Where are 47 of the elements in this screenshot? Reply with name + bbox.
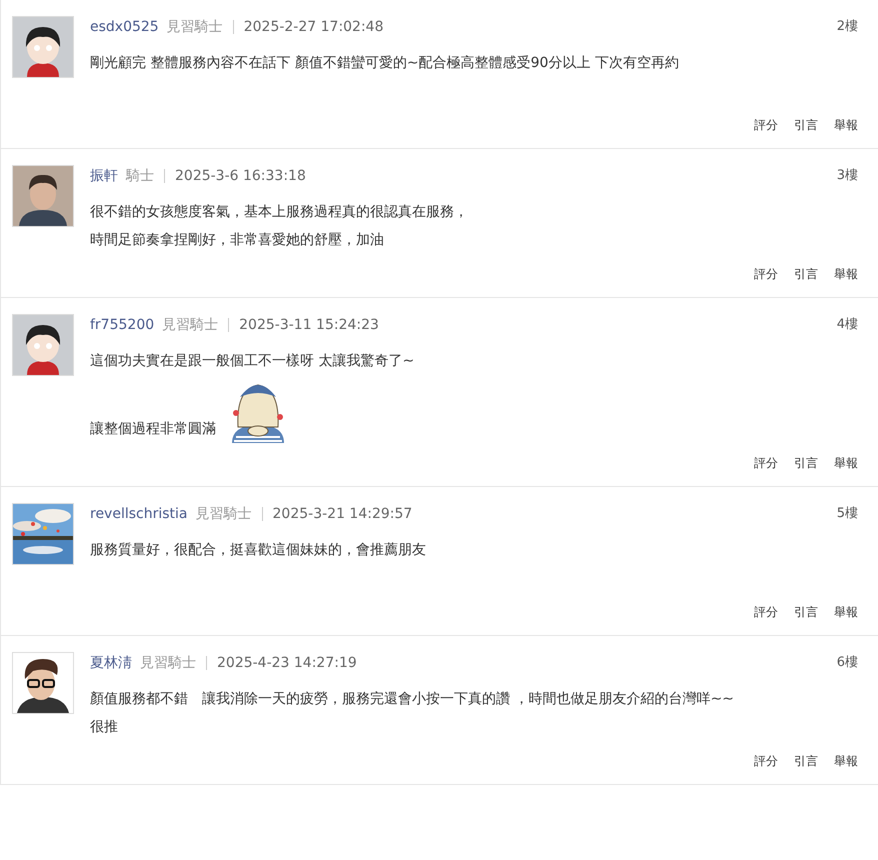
floor-number: 3樓 [836, 167, 858, 185]
post-action-link[interactable]: 引言 [794, 753, 818, 770]
post-action-link[interactable]: 舉報 [834, 266, 858, 283]
post-text: 剛光顧完 整體服務內容不在話下 顏值不錯蠻可愛的~配合極高整體感受90分以上 下次有空再約 [90, 55, 679, 71]
post-action-link[interactable]: 舉報 [834, 753, 858, 770]
floor-number: 2樓 [836, 18, 858, 36]
post-time: 2025-4-23 14:27:19 [217, 654, 357, 673]
post-action-link[interactable]: 評分 [754, 753, 778, 770]
post-text: 很推 [90, 719, 118, 735]
post-action-link[interactable]: 舉報 [834, 117, 858, 134]
post-text: 顏值服務都不錯 讓我消除一天的疲勞，服務完還會小按一下真的讚 ，時間也做足朋友介紹的台灣咩~~ [90, 691, 734, 707]
user-rank: 見習騎士 [196, 505, 252, 524]
post-action-link[interactable]: 評分 [754, 117, 778, 134]
post-action-link[interactable]: 引言 [794, 266, 818, 283]
avatar-icon [12, 652, 74, 714]
post-time: 2025-3-11 15:24:23 [239, 316, 379, 335]
author-link[interactable]: fr755200 [90, 315, 154, 335]
floor-number: 4樓 [836, 316, 858, 334]
post-text: 服務質量好，很配合，挺喜歡這個妹妹的，會推薦朋友 [90, 542, 426, 558]
post-action-link[interactable]: 評分 [754, 604, 778, 621]
post-action-link[interactable]: 舉報 [834, 604, 858, 621]
post-text: 時間足節奏拿捏剛好，非常喜愛她的舒壓，加油 [90, 232, 384, 248]
floor-number: 5樓 [836, 505, 858, 523]
post-action-link[interactable]: 評分 [754, 455, 778, 472]
user-rank: 騎士 [126, 167, 154, 186]
user-rank: 見習騎士 [162, 316, 218, 335]
post-text: 很不錯的女孩態度客氣，基本上服務過程真的很認真在服務， [90, 204, 468, 220]
user-rank: 見習騎士 [140, 654, 196, 673]
post-time: 2025-3-21 14:29:57 [272, 505, 412, 524]
post-text: 讓整個過程非常圓滿 [90, 421, 216, 437]
author-link[interactable]: revellschristia [90, 504, 188, 524]
avatar-icon [12, 16, 74, 78]
author-link[interactable]: 夏林淸 [90, 653, 132, 673]
floor-number: 6樓 [836, 654, 858, 672]
avatar-icon [12, 165, 74, 227]
user-rank: 見習騎士 [166, 18, 223, 37]
post-text: 這個功夫實在是跟一般個工不一樣呀 太讓我驚奇了~ [90, 353, 414, 369]
post-action-link[interactable]: 引言 [794, 117, 818, 134]
author-link[interactable]: 振軒 [90, 166, 118, 186]
author-link[interactable]: esdx0525 [90, 17, 159, 37]
post-action-link[interactable]: 引言 [794, 455, 818, 472]
post-action-link[interactable]: 舉報 [834, 455, 858, 472]
post-time: 2025-3-6 16:33:18 [175, 167, 306, 186]
post-action-link[interactable]: 引言 [794, 604, 818, 621]
post-action-link[interactable]: 評分 [754, 266, 778, 283]
post-time: 2025-2-27 17:02:48 [244, 18, 384, 37]
avatar-icon [12, 314, 74, 376]
